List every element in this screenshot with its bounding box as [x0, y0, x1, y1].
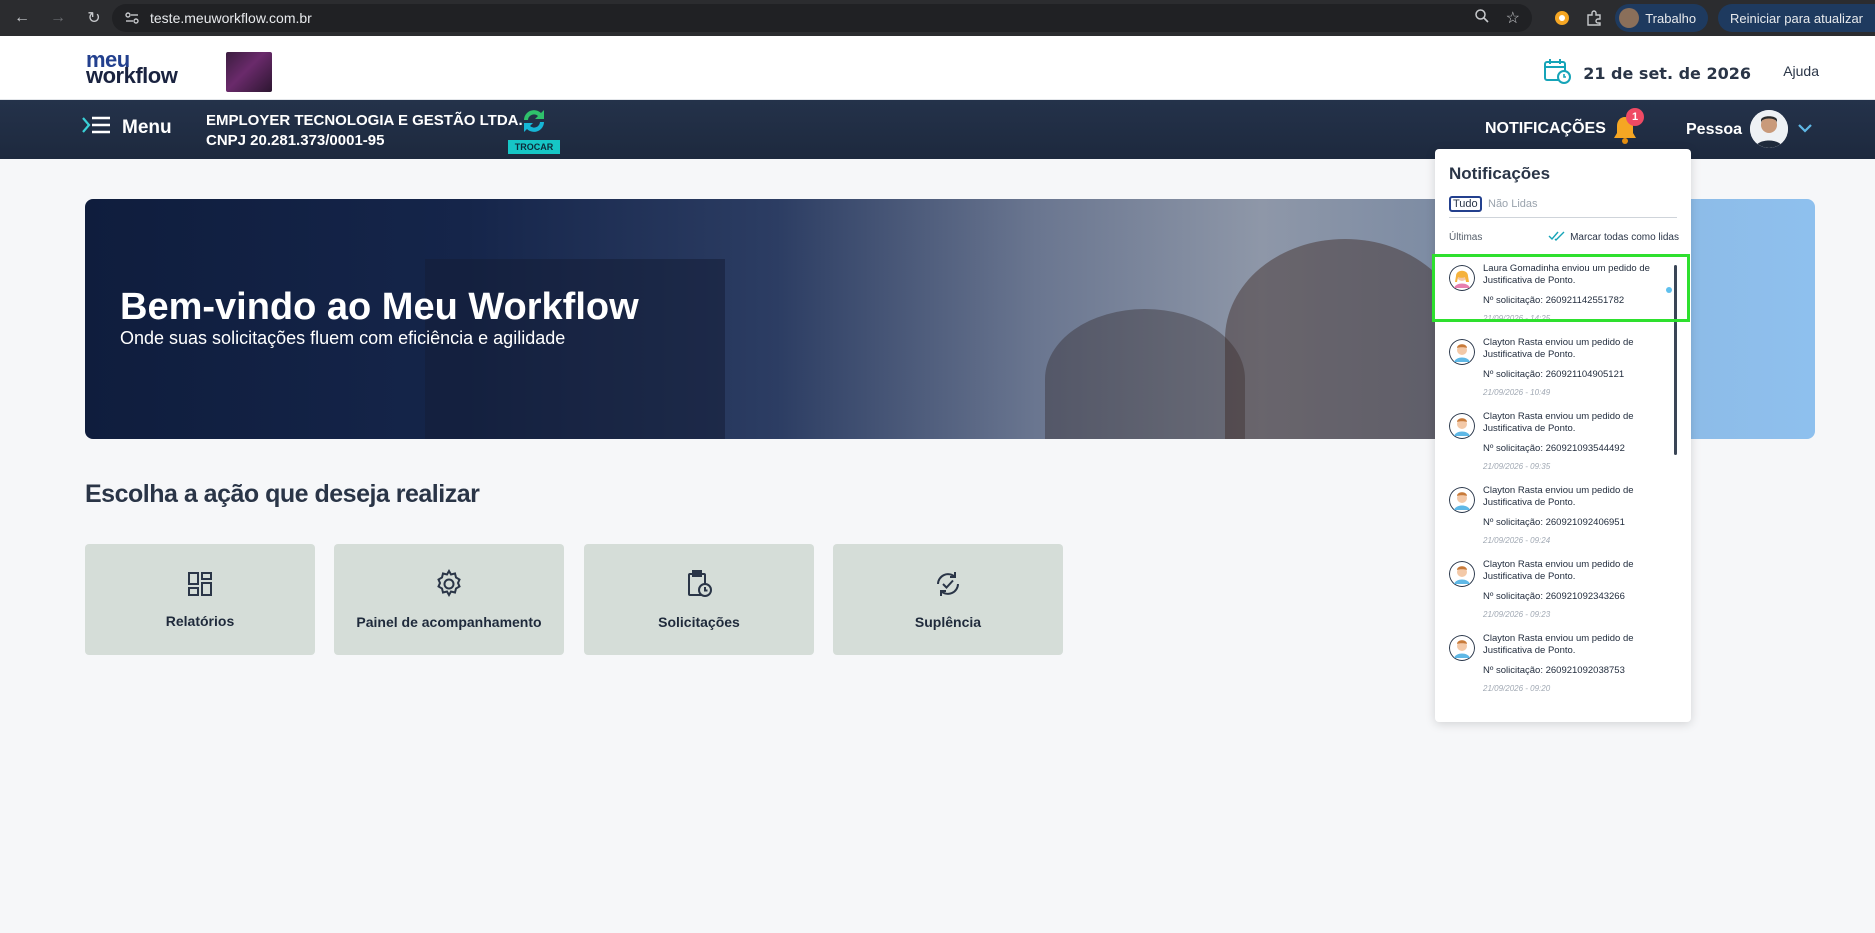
notification-count-badge: 1 [1626, 108, 1644, 126]
profile-avatar [1619, 8, 1640, 28]
user-avatar-icon [1449, 339, 1475, 365]
date-text: 21 de set. de 2026 [1583, 64, 1751, 83]
menu-button[interactable]: Menu [82, 114, 172, 142]
notifications-title: Notificações [1449, 164, 1551, 183]
notification-item[interactable]: Clayton Rasta enviou um pedido de Justif… [1435, 327, 1691, 401]
gear-icon [434, 568, 464, 604]
notifications-tabs: Tudo Não Lidas [1449, 196, 1677, 218]
notifications-subheader: Últimas [1449, 232, 1483, 243]
profile-label: Trabalho [1645, 10, 1697, 26]
card-label: Suplência [914, 614, 982, 630]
card-solicitacoes[interactable]: Solicitações [584, 544, 814, 655]
notification-item[interactable]: Clayton Rasta enviou um pedido de Justif… [1435, 623, 1691, 697]
mark-all-read-button[interactable]: Marcar todas como lidas [1548, 231, 1679, 244]
help-link[interactable]: Ajuda [1783, 63, 1819, 79]
company-photo [226, 52, 272, 92]
update-button[interactable]: Reiniciar para atualizar [1718, 4, 1875, 32]
card-suplencia[interactable]: Suplência [833, 544, 1063, 655]
swap-company-button[interactable]: TROCAR [508, 104, 560, 154]
tab-all[interactable]: Tudo [1449, 196, 1482, 212]
card-painel[interactable]: Painel de acompanhamento [334, 544, 564, 655]
swap-arrows-icon [520, 106, 548, 141]
user-avatar-icon [1449, 487, 1475, 513]
menu-label: Menu [122, 117, 172, 138]
card-label: Painel de acompanhamento [356, 614, 542, 630]
back-button[interactable]: ← [8, 4, 36, 32]
profile-button[interactable]: Trabalho [1615, 4, 1709, 32]
notification-number: Nº solicitação: 260921092038753 [1483, 665, 1625, 676]
user-avatar[interactable] [1750, 110, 1788, 148]
extension-icon[interactable] [1551, 7, 1573, 29]
url-text: teste.meuworkflow.com.br [150, 10, 312, 26]
chevron-down-icon[interactable] [1797, 120, 1813, 141]
clipboard-clock-icon [684, 569, 714, 604]
company-cnpj: CNPJ 20.281.373/0001-95 [206, 132, 385, 149]
notification-time: 21/09/2026 - 09:35 [1483, 462, 1551, 471]
notification-message: Clayton Rasta enviou um pedido de Justif… [1483, 337, 1634, 360]
notification-number: Nº solicitação: 260921092343266 [1483, 591, 1625, 602]
notification-message: Clayton Rasta enviou um pedido de Justif… [1483, 411, 1634, 434]
double-check-icon [1548, 231, 1566, 244]
bookmark-star-icon[interactable]: ☆ [1506, 8, 1520, 29]
notification-item[interactable]: Clayton Rasta enviou um pedido de Justif… [1435, 549, 1691, 623]
section-title: Escolha a ação que deseja realizar [85, 480, 480, 508]
logo-line2: workflow [86, 63, 178, 88]
notifications-link[interactable]: NOTIFICAÇÕES [1485, 120, 1606, 138]
mark-all-label: Marcar todas como lidas [1570, 232, 1679, 243]
sync-check-icon [933, 569, 963, 604]
address-bar[interactable]: teste.meuworkflow.com.br ☆ [112, 4, 1532, 32]
notification-time: 21/09/2026 - 09:20 [1483, 684, 1551, 693]
notification-number: Nº solicitação: 260921092406951 [1483, 517, 1625, 528]
user-avatar-icon [1449, 413, 1475, 439]
swap-label: TROCAR [508, 140, 560, 154]
tab-unread[interactable]: Não Lidas [1488, 198, 1538, 210]
card-label: Solicitações [658, 614, 740, 630]
notification-message: Clayton Rasta enviou um pedido de Justif… [1483, 485, 1634, 508]
notification-message: Clayton Rasta enviou um pedido de Justif… [1483, 559, 1634, 582]
notification-time: 21/09/2026 - 10:49 [1483, 388, 1551, 397]
user-avatar-icon [1449, 561, 1475, 587]
dashboard-icon [186, 570, 214, 603]
extensions-puzzle-icon[interactable] [1583, 7, 1605, 29]
notification-number: Nº solicitação: 260921104905121 [1483, 369, 1625, 380]
notification-time: 21/09/2026 - 09:24 [1483, 536, 1551, 545]
forward-button[interactable]: → [44, 4, 72, 32]
card-label: Relatórios [165, 613, 235, 629]
notification-item[interactable]: Clayton Rasta enviou um pedido de Justif… [1435, 475, 1691, 549]
menu-icon [82, 114, 112, 142]
company-info: EMPLOYER TECNOLOGIA E GESTÃO LTDA. CNPJ … [206, 111, 523, 151]
app-logo[interactable]: meu workflow [86, 49, 178, 88]
calendar-clock-icon [1543, 57, 1572, 90]
reload-button[interactable]: ↻ [80, 4, 108, 32]
user-name[interactable]: Pessoa [1686, 121, 1742, 139]
notifications-panel: Notificações Tudo Não Lidas Últimas Marc… [1435, 149, 1691, 722]
current-date: 21 de set. de 2026 [1543, 57, 1751, 90]
card-relatorios[interactable]: Relatórios [85, 544, 315, 655]
hero-person-shape [1225, 239, 1465, 439]
selection-highlight [1432, 254, 1690, 322]
notification-number: Nº solicitação: 260921093544492 [1483, 443, 1625, 454]
browser-toolbar: ← → ↻ teste.meuworkflow.com.br ☆ Trabalh… [0, 0, 1875, 36]
notification-item[interactable]: Clayton Rasta enviou um pedido de Justif… [1435, 401, 1691, 475]
zoom-icon[interactable] [1474, 8, 1490, 29]
company-name: EMPLOYER TECNOLOGIA E GESTÃO LTDA. [206, 112, 523, 129]
user-avatar-icon [1449, 635, 1475, 661]
hero-title: Bem-vindo ao Meu Workflow [120, 286, 639, 328]
hero-subtitle: Onde suas solicitações fluem com eficiên… [120, 328, 566, 348]
hero-person-shape [1045, 309, 1245, 439]
notification-message: Clayton Rasta enviou um pedido de Justif… [1483, 633, 1634, 656]
site-settings-icon[interactable] [122, 8, 142, 28]
notification-time: 21/09/2026 - 09:23 [1483, 610, 1551, 619]
